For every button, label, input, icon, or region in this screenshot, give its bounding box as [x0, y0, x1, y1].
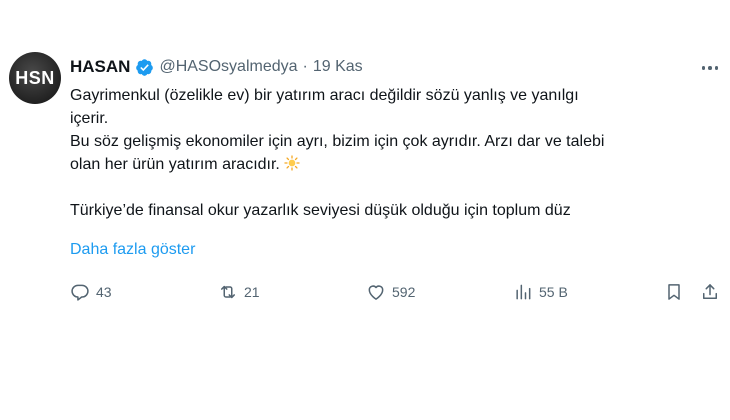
author-handle[interactable]: @HASOsyalmedya — [159, 58, 297, 76]
tweet-line: içerir. — [70, 110, 109, 127]
avatar[interactable]: HSN — [9, 52, 61, 104]
sun-emoji-icon — [284, 155, 300, 171]
repost-button[interactable]: 21 — [218, 280, 260, 304]
header-separator: · — [302, 58, 308, 75]
tweet-line-text: olan her ürün yatırım aracıdır. — [70, 156, 280, 173]
views-button[interactable]: 55 B — [513, 280, 568, 304]
share-button[interactable] — [700, 280, 720, 304]
show-more-link[interactable]: Daha fazla göster — [70, 238, 195, 261]
heart-icon — [368, 285, 384, 300]
tweet-text: Gayrimenkul (özelikle ev) bir yatırım ar… — [70, 84, 700, 222]
verified-badge-icon[interactable] — [135, 58, 154, 77]
bookmark-icon — [668, 284, 680, 300]
tweet-date[interactable]: 19 Kas — [313, 58, 363, 76]
repost-count: 21 — [244, 284, 260, 300]
bookmark-button[interactable] — [664, 280, 684, 304]
more-dots-icon[interactable] — [698, 58, 722, 78]
reply-button[interactable]: 43 — [70, 280, 112, 304]
tweet-header: HASAN @HASOsyalmedya · 19 Kas — [70, 56, 363, 78]
views-icon — [516, 284, 531, 300]
like-button[interactable]: 592 — [366, 280, 415, 304]
tweet-line: Bu söz gelişmiş ekonomiler için ayrı, bi… — [70, 133, 605, 150]
tweet-line: Türkiye’de finansal okur yazarlık seviye… — [70, 202, 571, 219]
like-count: 592 — [392, 284, 416, 300]
repost-icon — [221, 285, 235, 299]
tweet-card[interactable]: HSN HASAN @HASOsyalmedya · 19 Kas Gayrim… — [0, 0, 730, 420]
author-name[interactable]: HASAN — [70, 57, 130, 77]
action-bar: 43 21 592 55 B — [70, 280, 730, 304]
tweet-line: olan her ürün yatırım aracıdır. — [70, 153, 700, 176]
avatar-text: HSN — [15, 67, 55, 88]
reply-icon — [71, 284, 89, 301]
tweet-line: Gayrimenkul (özelikle ev) bir yatırım ar… — [70, 87, 579, 104]
share-icon — [703, 284, 717, 299]
views-count: 55 B — [539, 284, 568, 300]
reply-count: 43 — [96, 284, 112, 300]
